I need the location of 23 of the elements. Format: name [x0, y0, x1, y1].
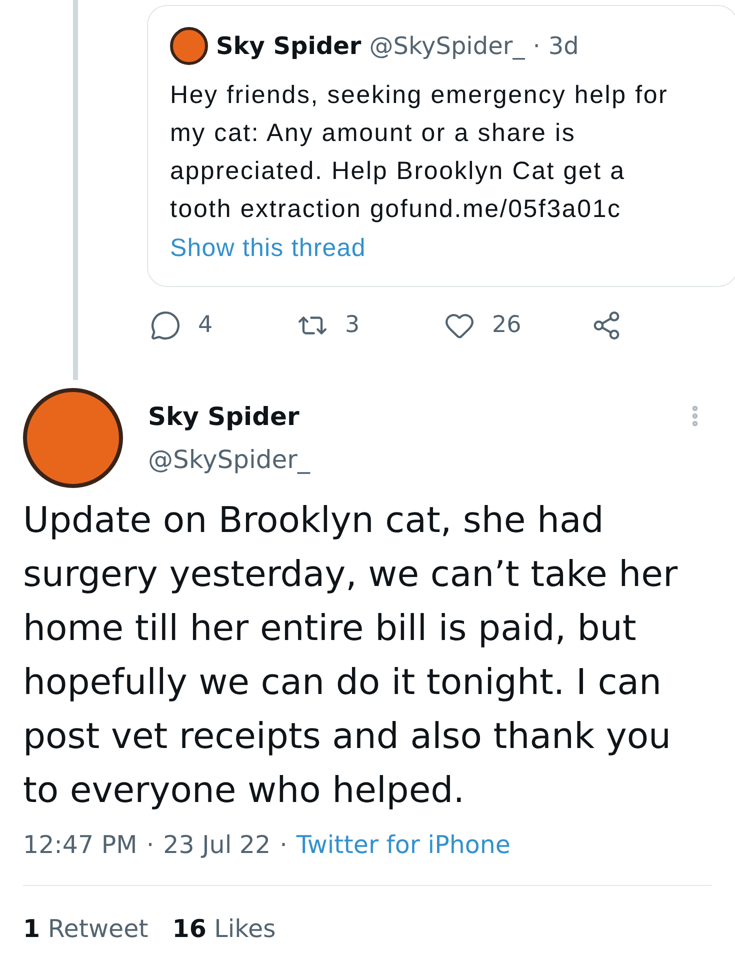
reply-button[interactable]: 4 [150, 310, 213, 340]
separator-dot: · [532, 31, 540, 61]
author-handle: @SkySpider_ [369, 31, 525, 61]
engagement-count-link[interactable]: 1 Retweet [23, 910, 148, 948]
like-button[interactable]: 26 [444, 310, 522, 340]
retweet-button[interactable]: 3 [297, 310, 360, 340]
author-name: Sky Spider [216, 31, 362, 61]
quoted-tweet-text: Hey friends, seeking emergency help for my cat: Any amount or a share is appreciated. Help Brooklyn Cat get a tooth extraction gofund.me/05f3a01c [170, 80, 670, 225]
source-link[interactable]: Twitter for iPhone [296, 826, 510, 864]
author-handle: @SkySpider_ [148, 444, 310, 476]
show-thread-link[interactable]: Show this thread [170, 232, 366, 264]
quoted-tweet-card[interactable]: Sky Spider @SkySpider_ · 3d Hey friends, seeking emergency help for my cat: Any amount or a share is appreciated. Help Brooklyn Cat get a tooth extraction gofund.me/05f3a01c Show this thread [147, 5, 735, 287]
engagement-count-link[interactable]: 16 Likes [172, 910, 276, 948]
post-time: 12:47 PM [23, 828, 138, 861]
separator-dot: · [146, 828, 154, 861]
post-date: 23 Jul 22 [163, 828, 271, 861]
avatar[interactable] [170, 27, 208, 65]
separator-dot: · [280, 828, 288, 861]
post-age: 3d [548, 31, 579, 61]
share-icon[interactable] [591, 310, 622, 340]
tweet-text: Update on Brooklyn cat, she had surgery yesterday, we can’t take her home till her entire bill is paid, but hopefully we can do it tonight. I can post vet receipts and also thank you to everyone who helped. [23, 499, 679, 813]
speech-bubble-icon [150, 310, 181, 340]
author-name: Sky Spider [148, 401, 300, 433]
